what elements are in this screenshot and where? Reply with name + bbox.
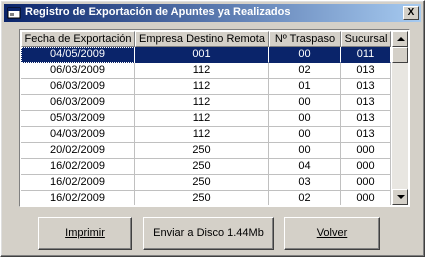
table-row[interactable]: 05/03/2009 112 00 013 [21, 111, 391, 127]
cell-sucursal: 000 [341, 191, 391, 205]
table-row[interactable]: 16/02/2009 250 04 000 [21, 159, 391, 175]
cell-fecha: 05/03/2009 [21, 111, 135, 127]
cell-traspaso: 04 [269, 159, 341, 175]
app-window-icon [7, 7, 21, 19]
export-disk-button[interactable]: Enviar a Disco 1.44Mb [143, 217, 274, 250]
cell-sucursal: 013 [341, 63, 391, 79]
vertical-scrollbar[interactable] [392, 31, 408, 205]
column-header-fecha[interactable]: Fecha de Exportación [21, 31, 135, 47]
arrow-down-icon [397, 195, 405, 199]
cell-empresa: 112 [135, 111, 269, 127]
table-row[interactable]: 04/05/2009 001 00 011 [21, 47, 391, 63]
cell-empresa: 250 [135, 191, 269, 205]
table-row[interactable]: 06/03/2009 112 02 013 [21, 63, 391, 79]
cell-fecha: 16/02/2009 [21, 191, 135, 205]
table-row[interactable]: 20/02/2009 250 00 000 [21, 143, 391, 159]
cell-empresa: 001 [135, 47, 269, 63]
scroll-thumb[interactable] [392, 47, 408, 63]
cell-fecha: 20/02/2009 [21, 143, 135, 159]
scroll-up-button[interactable] [392, 31, 408, 47]
cell-empresa: 250 [135, 143, 269, 159]
cell-traspaso: 02 [269, 63, 341, 79]
back-button-label: Volver [316, 227, 348, 239]
export-disk-button-label: Enviar a Disco 1.44Mb [153, 227, 264, 239]
column-header-empresa[interactable]: Empresa Destino Remota [135, 31, 269, 47]
cell-traspaso: 02 [269, 191, 341, 205]
cell-empresa: 112 [135, 127, 269, 143]
cell-fecha: 16/02/2009 [21, 175, 135, 191]
cell-traspaso: 00 [269, 95, 341, 111]
cell-traspaso: 01 [269, 79, 341, 95]
cell-sucursal: 011 [341, 47, 391, 63]
table-row[interactable]: 06/03/2009 112 00 013 [21, 95, 391, 111]
column-header-sucursal[interactable]: Sucursal [341, 31, 391, 47]
title-bar[interactable]: Registro de Exportación de Apuntes ya Re… [4, 4, 421, 22]
table-row[interactable]: 16/02/2009 250 03 000 [21, 175, 391, 191]
column-header-traspaso[interactable]: Nº Traspaso [269, 31, 341, 47]
table-row[interactable]: 04/03/2009 112 00 013 [21, 127, 391, 143]
scroll-down-button[interactable] [392, 189, 408, 205]
cell-fecha: 06/03/2009 [21, 95, 135, 111]
grid-body: Fecha de Exportación Empresa Destino Rem… [21, 31, 391, 205]
cell-sucursal: 000 [341, 143, 391, 159]
print-button-label: Imprimir [65, 227, 105, 239]
cell-sucursal: 000 [341, 175, 391, 191]
cell-fecha: 06/03/2009 [21, 63, 135, 79]
cell-fecha: 06/03/2009 [21, 79, 135, 95]
table-row[interactable]: 06/03/2009 112 01 013 [21, 79, 391, 95]
cell-fecha: 16/02/2009 [21, 159, 135, 175]
cell-traspaso: 00 [269, 111, 341, 127]
cell-sucursal: 013 [341, 95, 391, 111]
arrow-up-icon [397, 37, 405, 41]
cell-empresa: 112 [135, 79, 269, 95]
back-button[interactable]: Volver [284, 217, 380, 250]
close-icon: X [407, 7, 415, 18]
cell-sucursal: 013 [341, 127, 391, 143]
table-row[interactable]: 16/02/2009 250 02 000 [21, 191, 391, 205]
cell-fecha: 04/05/2009 [21, 47, 135, 63]
cell-empresa: 250 [135, 159, 269, 175]
dialog-window: Registro de Exportación de Apuntes ya Re… [0, 0, 425, 257]
export-log-grid[interactable]: Fecha de Exportación Empresa Destino Rem… [19, 29, 410, 207]
cell-empresa: 112 [135, 63, 269, 79]
cell-empresa: 250 [135, 175, 269, 191]
close-button[interactable]: X [403, 6, 419, 20]
cell-traspaso: 00 [269, 47, 341, 63]
print-button[interactable]: Imprimir [38, 217, 132, 250]
cell-traspaso: 00 [269, 143, 341, 159]
cell-sucursal: 013 [341, 111, 391, 127]
cell-traspaso: 00 [269, 127, 341, 143]
cell-sucursal: 000 [341, 159, 391, 175]
cell-sucursal: 013 [341, 79, 391, 95]
cell-fecha: 04/03/2009 [21, 127, 135, 143]
window-title: Registro de Exportación de Apuntes ya Re… [25, 6, 291, 18]
cell-traspaso: 03 [269, 175, 341, 191]
cell-empresa: 112 [135, 95, 269, 111]
